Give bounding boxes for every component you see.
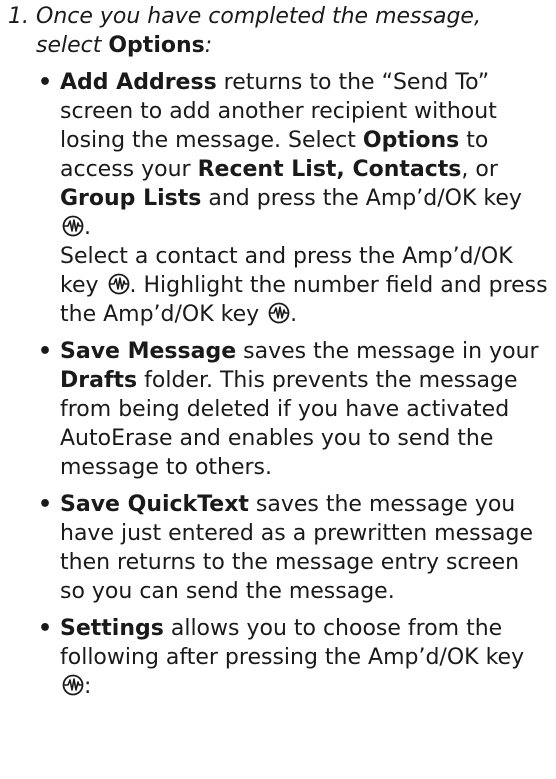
amp-ok-key-icon [62, 674, 84, 696]
list-item-save-message: • Save Message saves the message in your… [0, 337, 556, 482]
amp-ok-key-icon [62, 215, 84, 237]
step-intro: Once you have completed the message, sel… [36, 4, 481, 58]
options-term: Options [362, 128, 460, 153]
amp-ok-key-icon [268, 302, 290, 324]
add-address-text: . Highlight the number field and press t… [60, 273, 548, 327]
add-address-text: and press the Amp’d/OK key [201, 186, 522, 211]
drafts-term: Drafts [60, 368, 138, 393]
list-item-settings: • Settings allows you to choose from the… [0, 614, 556, 701]
term-add-address: Add Address [60, 70, 217, 95]
options-label: Options [108, 33, 205, 58]
add-address-text: , or [461, 157, 498, 182]
amp-ok-key-icon [108, 273, 130, 295]
instruction-step: 1. Once you have completed the message, … [0, 2, 556, 709]
term-settings: Settings [60, 616, 164, 641]
bullet-dot: • [38, 616, 53, 641]
step-number: 1. [8, 4, 29, 29]
step-colon: : [204, 33, 213, 58]
settings-text: : [84, 674, 92, 699]
add-address-text: . [290, 302, 298, 327]
list-item-save-quicktext: • Save QuickText saves the message you h… [0, 490, 556, 606]
step-text: Once you have completed the message, sel… [36, 2, 546, 60]
add-address-text: . [84, 215, 91, 240]
term-save-quicktext: Save QuickText [60, 492, 249, 517]
bullet-dot: • [38, 492, 53, 517]
term-save-message: Save Message [60, 339, 237, 364]
bullet-dot: • [38, 339, 53, 364]
recent-contacts-term: Recent List, Contacts [197, 157, 462, 182]
list-item-add-address: • Add Address returns to the “Send To” s… [0, 68, 556, 329]
group-lists-term: Group Lists [60, 186, 202, 211]
options-list: • Add Address returns to the “Send To” s… [0, 68, 556, 701]
save-message-text: saves the message in your [236, 339, 539, 364]
bullet-dot: • [38, 70, 53, 95]
